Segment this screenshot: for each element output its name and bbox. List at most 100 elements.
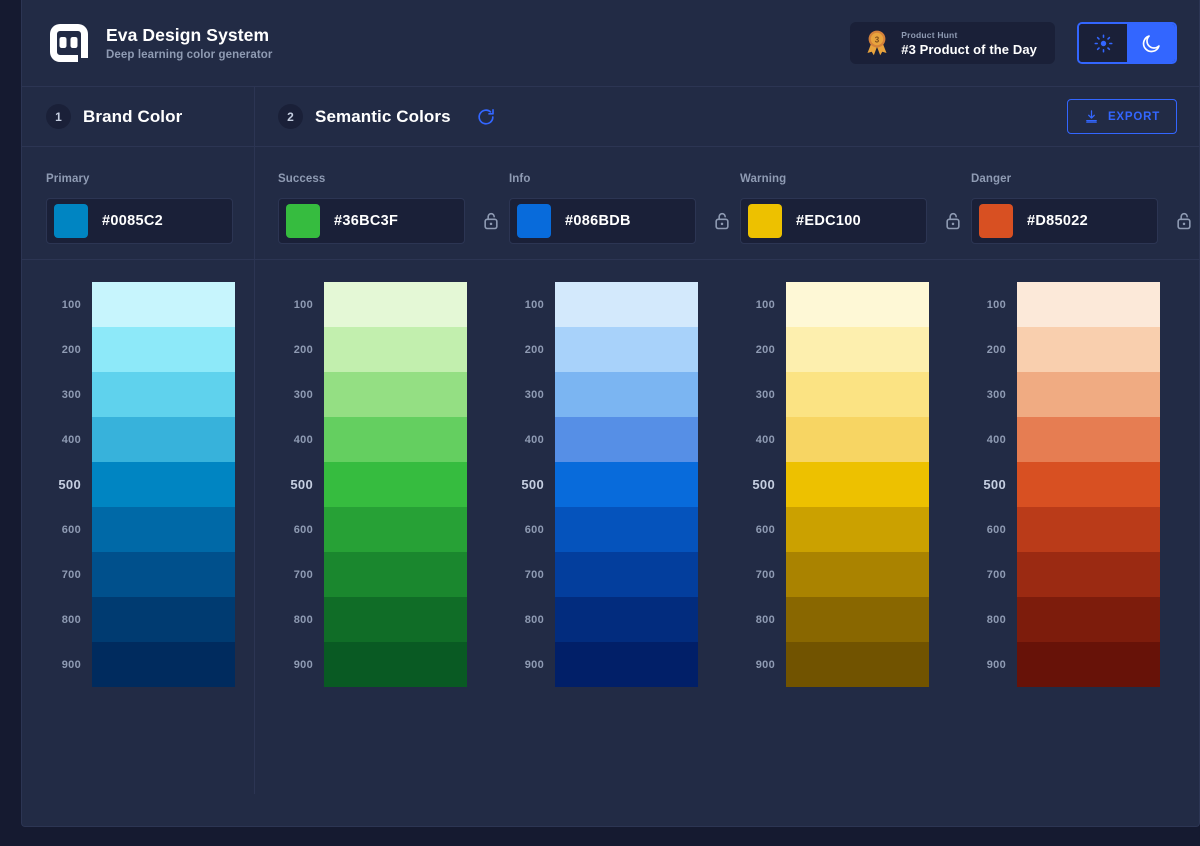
export-button[interactable]: EXPORT xyxy=(1067,99,1177,134)
shade-row: 600 xyxy=(278,507,509,552)
shade-row: 500 xyxy=(509,462,740,507)
shade-swatch-primary-800[interactable] xyxy=(92,597,235,642)
shade-label-300: 300 xyxy=(986,388,1006,401)
shade-swatch-primary-500[interactable] xyxy=(92,462,235,507)
unlock-icon[interactable] xyxy=(712,210,732,232)
theme-toggle-light[interactable] xyxy=(1079,24,1127,62)
shade-label-200: 200 xyxy=(755,343,775,356)
shade-label-900: 900 xyxy=(524,658,544,671)
shade-label-900: 900 xyxy=(755,658,775,671)
shade-row: 400 xyxy=(278,417,509,462)
shade-swatch-success-400[interactable] xyxy=(324,417,467,462)
shade-label-800: 800 xyxy=(524,613,544,626)
shade-swatch-success-200[interactable] xyxy=(324,327,467,372)
shade-swatch-info-300[interactable] xyxy=(555,372,698,417)
shade-swatch-primary-300[interactable] xyxy=(92,372,235,417)
shade-swatch-info-900[interactable] xyxy=(555,642,698,687)
warning-color-field[interactable]: #EDC100 xyxy=(740,198,927,244)
shade-swatch-danger-900[interactable] xyxy=(1017,642,1160,687)
shade-swatch-danger-600[interactable] xyxy=(1017,507,1160,552)
shade-swatch-info-800[interactable] xyxy=(555,597,698,642)
shade-row: 600 xyxy=(740,507,971,552)
success-swatch-preview[interactable] xyxy=(286,204,320,238)
shade-swatch-warning-700[interactable] xyxy=(786,552,929,597)
shade-swatch-primary-200[interactable] xyxy=(92,327,235,372)
danger-swatch-preview[interactable] xyxy=(979,204,1013,238)
product-hunt-title: #3 Product of the Day xyxy=(901,41,1037,57)
unlock-icon[interactable] xyxy=(481,210,501,232)
product-hunt-badge[interactable]: 3 Product Hunt #3 Product of the Day xyxy=(850,22,1055,64)
shade-swatch-warning-900[interactable] xyxy=(786,642,929,687)
primary-color-field[interactable]: #0085C2 xyxy=(46,198,233,244)
shade-row: 800 xyxy=(740,597,971,642)
shade-swatch-success-300[interactable] xyxy=(324,372,467,417)
shade-swatch-danger-500[interactable] xyxy=(1017,462,1160,507)
palette-column-danger: 100 200 300 400 500 600 700 800 900 xyxy=(971,260,1200,794)
shade-swatch-success-800[interactable] xyxy=(324,597,467,642)
shade-row: 100 xyxy=(46,282,253,327)
shade-label-600: 600 xyxy=(986,523,1006,536)
shade-swatch-info-400[interactable] xyxy=(555,417,698,462)
shade-swatch-danger-300[interactable] xyxy=(1017,372,1160,417)
shade-row: 200 xyxy=(971,327,1200,372)
shade-swatch-danger-400[interactable] xyxy=(1017,417,1160,462)
shade-row: 200 xyxy=(46,327,253,372)
shade-swatch-primary-700[interactable] xyxy=(92,552,235,597)
shade-swatch-success-600[interactable] xyxy=(324,507,467,552)
sun-icon xyxy=(1093,33,1113,53)
refresh-icon[interactable] xyxy=(475,106,497,128)
danger-color-field[interactable]: #D85022 xyxy=(971,198,1158,244)
theme-toggle-dark[interactable] xyxy=(1127,24,1175,62)
success-color-field[interactable]: #36BC3F xyxy=(278,198,465,244)
shade-label-200: 200 xyxy=(986,343,1006,356)
info-swatch-preview[interactable] xyxy=(517,204,551,238)
shade-swatch-success-100[interactable] xyxy=(324,282,467,327)
shade-swatch-warning-200[interactable] xyxy=(786,327,929,372)
shade-swatch-warning-400[interactable] xyxy=(786,417,929,462)
shade-swatch-warning-600[interactable] xyxy=(786,507,929,552)
success-hex-value: #36BC3F xyxy=(334,213,399,229)
shade-list-success: 100 200 300 400 500 600 700 800 900 xyxy=(278,282,509,687)
info-color-field[interactable]: #086BDB xyxy=(509,198,696,244)
step-badge-2: 2 xyxy=(278,104,303,129)
shade-swatch-warning-500[interactable] xyxy=(786,462,929,507)
primary-hex-value: #0085C2 xyxy=(102,213,163,229)
shade-label-900: 900 xyxy=(293,658,313,671)
shade-swatch-primary-900[interactable] xyxy=(92,642,235,687)
shade-swatch-info-200[interactable] xyxy=(555,327,698,372)
shade-swatch-success-500[interactable] xyxy=(324,462,467,507)
eva-logo-icon xyxy=(46,20,92,66)
shade-swatch-info-100[interactable] xyxy=(555,282,698,327)
primary-swatch-preview[interactable] xyxy=(54,204,88,238)
shade-swatch-primary-100[interactable] xyxy=(92,282,235,327)
product-hunt-texts: Product Hunt #3 Product of the Day xyxy=(901,30,1037,57)
unlock-icon[interactable] xyxy=(1174,210,1194,232)
shade-swatch-success-900[interactable] xyxy=(324,642,467,687)
shade-swatch-danger-700[interactable] xyxy=(1017,552,1160,597)
unlock-icon[interactable] xyxy=(943,210,963,232)
shade-row: 500 xyxy=(740,462,971,507)
shade-row: 300 xyxy=(46,372,253,417)
primary-input-cell: Primary #0085C2 xyxy=(22,147,255,259)
shade-label-400: 400 xyxy=(986,433,1006,446)
shade-swatch-info-600[interactable] xyxy=(555,507,698,552)
shade-swatch-warning-100[interactable] xyxy=(786,282,929,327)
shade-swatch-info-500[interactable] xyxy=(555,462,698,507)
shade-swatch-danger-200[interactable] xyxy=(1017,327,1160,372)
shade-swatch-warning-800[interactable] xyxy=(786,597,929,642)
semantic-palette-cells: 100 200 300 400 500 600 700 800 900 100 200 300 400… xyxy=(255,260,1200,794)
shade-swatch-success-700[interactable] xyxy=(324,552,467,597)
info-hex-value: #086BDB xyxy=(565,213,631,229)
theme-toggle[interactable] xyxy=(1077,22,1177,64)
shade-row: 700 xyxy=(971,552,1200,597)
shade-list-info: 100 200 300 400 500 600 700 800 900 xyxy=(509,282,740,687)
shade-swatch-primary-400[interactable] xyxy=(92,417,235,462)
warning-swatch-preview[interactable] xyxy=(748,204,782,238)
shade-row: 600 xyxy=(971,507,1200,552)
shade-swatch-danger-800[interactable] xyxy=(1017,597,1160,642)
shade-swatch-primary-600[interactable] xyxy=(92,507,235,552)
shade-label-400: 400 xyxy=(755,433,775,446)
shade-swatch-info-700[interactable] xyxy=(555,552,698,597)
shade-swatch-warning-300[interactable] xyxy=(786,372,929,417)
shade-swatch-danger-100[interactable] xyxy=(1017,282,1160,327)
